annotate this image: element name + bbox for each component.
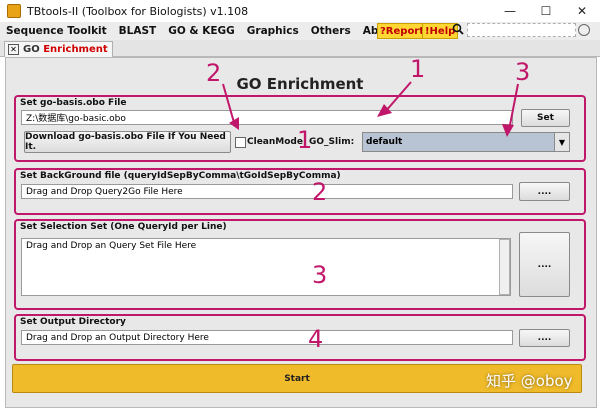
watermark: 知乎 @oboy bbox=[486, 372, 573, 390]
annotation-arrows bbox=[222, 81, 519, 137]
annotation-number: 3 bbox=[515, 58, 531, 86]
arrow-3-line bbox=[508, 83, 519, 131]
annotation-number: 1 bbox=[297, 126, 313, 154]
annotation-number: 3 bbox=[312, 261, 328, 289]
annotation-number: 1 bbox=[410, 55, 426, 83]
annotation-number: 2 bbox=[312, 178, 328, 206]
annotation-number: 4 bbox=[308, 325, 324, 353]
annotation-number: 2 bbox=[206, 59, 222, 87]
arrow-1-line bbox=[384, 81, 412, 113]
arrow-2-line bbox=[222, 83, 236, 127]
arrow-3-head bbox=[502, 124, 514, 137]
